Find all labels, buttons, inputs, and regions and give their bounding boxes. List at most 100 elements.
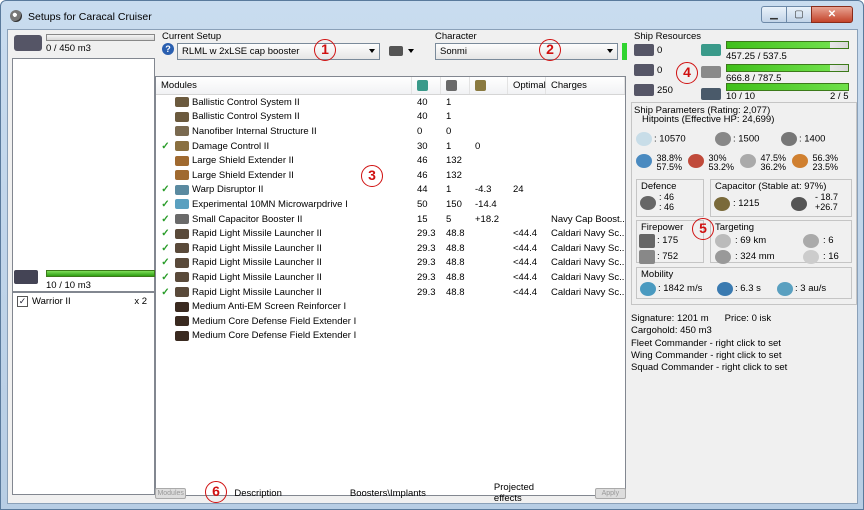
active-check-icon[interactable]: ✓ (156, 184, 175, 195)
module-row[interactable]: ✓ Experimental 10MN Microwarpdrive I 50 150… (156, 197, 625, 212)
module-charge[interactable]: Caldari Navy Sc... (546, 272, 625, 283)
module-row[interactable]: Large Shield Extender II 46 132 (156, 153, 625, 168)
module-icon (175, 155, 189, 166)
module-icon (175, 316, 189, 327)
module-charge[interactable]: Caldari Navy Sc... (546, 287, 625, 298)
minimize-button[interactable]: ▁ (761, 6, 787, 23)
drone-qty: x 2 (134, 296, 147, 307)
setup-window: Setups for Caracal Cruiser ▁ ▢ ✕ 0 / 450… (0, 0, 864, 510)
cargo-list[interactable] (12, 58, 155, 292)
modules-tab-button[interactable]: Modules (155, 487, 187, 499)
active-check-icon[interactable]: ✓ (156, 243, 175, 254)
module-charge[interactable]: Navy Cap Boost... (546, 214, 625, 225)
module-row[interactable]: Ballistic Control System II 40 1 (156, 95, 625, 110)
tools-chevron-down-icon[interactable] (408, 49, 414, 53)
module-row[interactable]: ✓ Warp Disruptor II 44 1 -4.3 24 (156, 183, 625, 198)
module-row[interactable]: ✓ Small Capacitor Booster II 15 5 +18.2 Navy … (156, 212, 625, 227)
module-row[interactable]: Medium Anti-EM Screen Reinforcer I (156, 299, 625, 314)
column-charges[interactable]: Charges (546, 77, 625, 94)
module-name: Ballistic Control System II (192, 111, 300, 123)
app-icon (10, 10, 22, 22)
module-optimal: <44.4 (513, 257, 538, 269)
drone-checkbox[interactable]: ✓ (17, 296, 28, 307)
module-optimal: 24 (513, 184, 524, 196)
module-powergrid: 30 (417, 140, 428, 152)
turret-bar (726, 83, 849, 91)
column-capacitor[interactable] (470, 77, 508, 94)
module-row[interactable]: ✓ Rapid Light Missile Launcher II 29.3 48.8… (156, 226, 625, 241)
character-dropdown[interactable]: Sonmi (435, 43, 618, 60)
close-button[interactable]: ✕ (811, 6, 853, 23)
module-capacitor: +18.2 (475, 213, 500, 225)
drone-capacity-bar (46, 270, 155, 277)
defence-b: : 46 (659, 202, 675, 212)
module-charge[interactable]: Caldari Navy Sc... (546, 228, 625, 239)
tab-boosters-implants[interactable]: Boosters\Implants (350, 488, 426, 499)
drone-item[interactable]: ✓ Warrior II x 2 (13, 293, 154, 310)
module-row[interactable]: Ballistic Control System II 40 1 (156, 110, 625, 125)
module-icon (175, 214, 189, 225)
firepower-a: : 175 (657, 235, 679, 246)
module-row[interactable]: Medium Core Defense Field Extender I (156, 329, 625, 344)
maximize-button[interactable]: ▢ (786, 6, 812, 23)
cargo-capacity-bar (46, 34, 155, 41)
targeting-label: Targeting (715, 222, 755, 233)
help-icon[interactable]: ? (162, 43, 174, 55)
tab-description[interactable]: Description (234, 488, 282, 499)
module-row[interactable]: Medium Core Defense Field Extender I (156, 314, 625, 329)
squad-commander[interactable]: Squad Commander - right click to set (631, 362, 787, 374)
module-icon (175, 170, 189, 181)
active-check-icon[interactable]: ✓ (156, 287, 175, 298)
drone-list[interactable]: ✓ Warrior II x 2 (12, 292, 155, 495)
title-bar[interactable]: Setups for Caracal Cruiser ▁ ▢ ✕ (1, 1, 863, 29)
defence-icon (640, 196, 656, 210)
module-row[interactable]: Nanofiber Internal Structure II 0 0 (156, 124, 625, 139)
module-row[interactable]: ✓ Rapid Light Missile Launcher II 29.3 48.8… (156, 285, 625, 300)
module-row[interactable]: ✓ Damage Control II 30 1 0 (156, 139, 625, 154)
column-powergrid[interactable] (412, 77, 441, 94)
shield-hp-value: : 10570 (654, 133, 686, 145)
volley-icon (639, 250, 655, 264)
active-check-icon[interactable]: ✓ (156, 228, 175, 239)
module-row[interactable]: ✓ Rapid Light Missile Launcher II 29.3 48.8… (156, 241, 625, 256)
setup-dropdown[interactable]: RLML w 2xLSE cap booster (177, 43, 380, 60)
med-slots-value: 0 (657, 64, 663, 76)
module-name-cell: ✓ Damage Control II (156, 141, 412, 152)
module-name: Ballistic Control System II (192, 96, 300, 108)
module-charge[interactable]: Caldari Navy Sc... (546, 257, 625, 268)
fleet-commander[interactable]: Fleet Commander - right click to set (631, 338, 787, 350)
minimize-icon: ▁ (770, 9, 778, 20)
window-controls: ▁ ▢ ✕ (761, 6, 853, 23)
capacitor-label: Capacitor (Stable at: 97%) (715, 181, 827, 192)
annotation-badge-2: 2 (539, 39, 561, 61)
tools-icon[interactable] (389, 46, 403, 56)
ship-info-panel: Ship Resources 0 0 250 457.25 / 537.5 66… (631, 30, 857, 505)
annotation-badge-6: 6 (205, 481, 227, 503)
apply-button[interactable]: Apply (594, 487, 626, 499)
calibration: 250 (634, 84, 673, 96)
armor-hp-value: : 1500 (733, 133, 760, 145)
modules-table[interactable]: Modules Optimal Charges Ballistic Contro… (155, 76, 626, 496)
character-status-indicator (622, 43, 627, 60)
module-row[interactable]: ✓ Rapid Light Missile Launcher II 29.3 48.8… (156, 270, 625, 285)
column-optimal[interactable]: Optimal (508, 77, 546, 94)
active-check-icon[interactable]: ✓ (156, 141, 175, 152)
tab-projected-effects[interactable]: Projected effects (494, 482, 559, 504)
module-charge[interactable]: Caldari Navy Sc... (546, 243, 625, 254)
wing-commander[interactable]: Wing Commander - right click to set (631, 350, 787, 362)
module-cpu: 1 (446, 140, 452, 152)
module-row[interactable]: ✓ Rapid Light Missile Launcher II 29.3 48.8… (156, 256, 625, 271)
current-setup-label: Current Setup (162, 31, 222, 42)
column-modules[interactable]: Modules (156, 77, 412, 94)
capacitor-icon (475, 80, 486, 91)
module-powergrid: 40 (417, 96, 428, 108)
active-check-icon[interactable]: ✓ (156, 199, 175, 210)
column-cpu[interactable] (441, 77, 470, 94)
active-check-icon[interactable]: ✓ (156, 257, 175, 268)
module-powergrid: 44 (417, 184, 428, 196)
module-row[interactable]: Large Shield Extender II 46 132 (156, 168, 625, 183)
active-check-icon[interactable]: ✓ (156, 272, 175, 283)
active-check-icon[interactable]: ✓ (156, 214, 175, 225)
defence-a: : 46 (659, 192, 675, 202)
module-cpu: 48.8 (446, 228, 465, 240)
